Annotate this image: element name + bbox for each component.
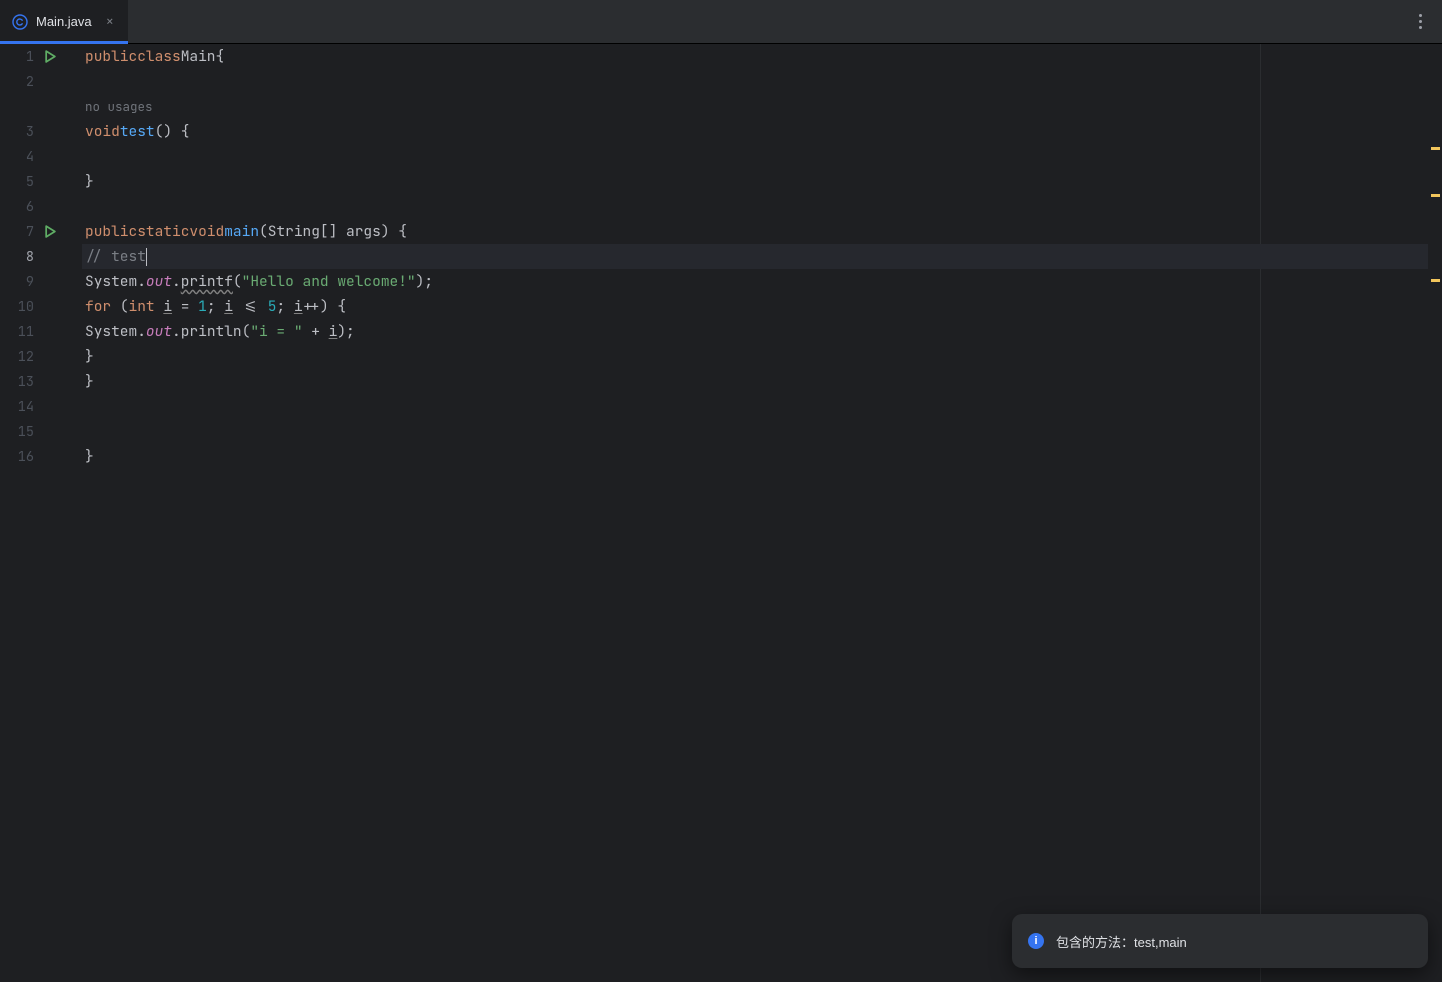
line-number: 8	[0, 248, 34, 266]
run-gutter-icon[interactable]	[43, 224, 57, 238]
usages-hint[interactable]: no usages	[85, 98, 153, 115]
run-gutter-icon[interactable]	[43, 49, 57, 63]
line-number: 2	[0, 73, 34, 91]
info-icon: i	[1028, 933, 1044, 949]
code-line: for (int i = 1; i <= 5; i++) {	[82, 294, 1428, 319]
code-line	[82, 394, 1428, 419]
file-tab-label: Main.java	[36, 14, 92, 29]
line-number: 11	[0, 323, 34, 341]
line-number: 12	[0, 348, 34, 366]
notification-toast[interactable]: i 包含的方法：test,main	[1012, 914, 1428, 968]
file-tab-main-java[interactable]: Main.java ×	[0, 0, 128, 43]
code-line: }	[82, 369, 1428, 394]
line-number: 6	[0, 198, 34, 216]
code-line-current: // test	[82, 244, 1428, 269]
editor: 1 2 3 4 5 6 7 8 9 10 11 12 13 14 15 16 p…	[0, 44, 1442, 982]
line-number: 14	[0, 398, 34, 416]
code-line: }	[82, 169, 1428, 194]
line-number: 15	[0, 423, 34, 441]
code-line	[82, 144, 1428, 169]
text-cursor	[146, 248, 147, 266]
class-file-icon	[12, 14, 28, 30]
line-number-gutter[interactable]: 1 2 3 4 5 6 7 8 9 10 11 12 13 14 15 16	[0, 44, 41, 982]
inlay-hint-line: no usages	[82, 94, 1428, 119]
line-number: 7	[0, 223, 34, 241]
code-line: }	[82, 444, 1428, 469]
line-number: 5	[0, 173, 34, 191]
line-number: 13	[0, 373, 34, 391]
stripe-mark-warning[interactable]	[1431, 194, 1440, 197]
line-number: 10	[0, 298, 34, 316]
code-line: System.out.println("i = " + i);	[82, 319, 1428, 344]
code-line	[82, 69, 1428, 94]
stripe-mark-warning[interactable]	[1431, 147, 1440, 150]
code-line: void test() {	[82, 119, 1428, 144]
code-line	[82, 194, 1428, 219]
stripe-mark-warning[interactable]	[1431, 279, 1440, 282]
line-number: 3	[0, 123, 34, 141]
code-line: public static void main(String[] args) {	[82, 219, 1428, 244]
editor-tab-bar: Main.java ×	[0, 0, 1442, 44]
line-number: 16	[0, 448, 34, 466]
tab-more-menu-icon[interactable]	[1413, 8, 1428, 35]
line-number: 9	[0, 273, 34, 291]
code-line: }	[82, 344, 1428, 369]
close-tab-icon[interactable]: ×	[106, 13, 114, 31]
error-stripe[interactable]	[1428, 44, 1442, 982]
code-line: public class Main {	[82, 44, 1428, 69]
code-line: System.out.printf("Hello and welcome!");	[82, 269, 1428, 294]
line-number: 4	[0, 148, 34, 166]
toast-message: 包含的方法：test,main	[1056, 932, 1187, 951]
gutter-icons-column[interactable]	[41, 44, 82, 982]
code-area[interactable]: public class Main { no usages void test(…	[82, 44, 1428, 982]
line-number: 1	[0, 48, 34, 66]
code-line	[82, 419, 1428, 444]
